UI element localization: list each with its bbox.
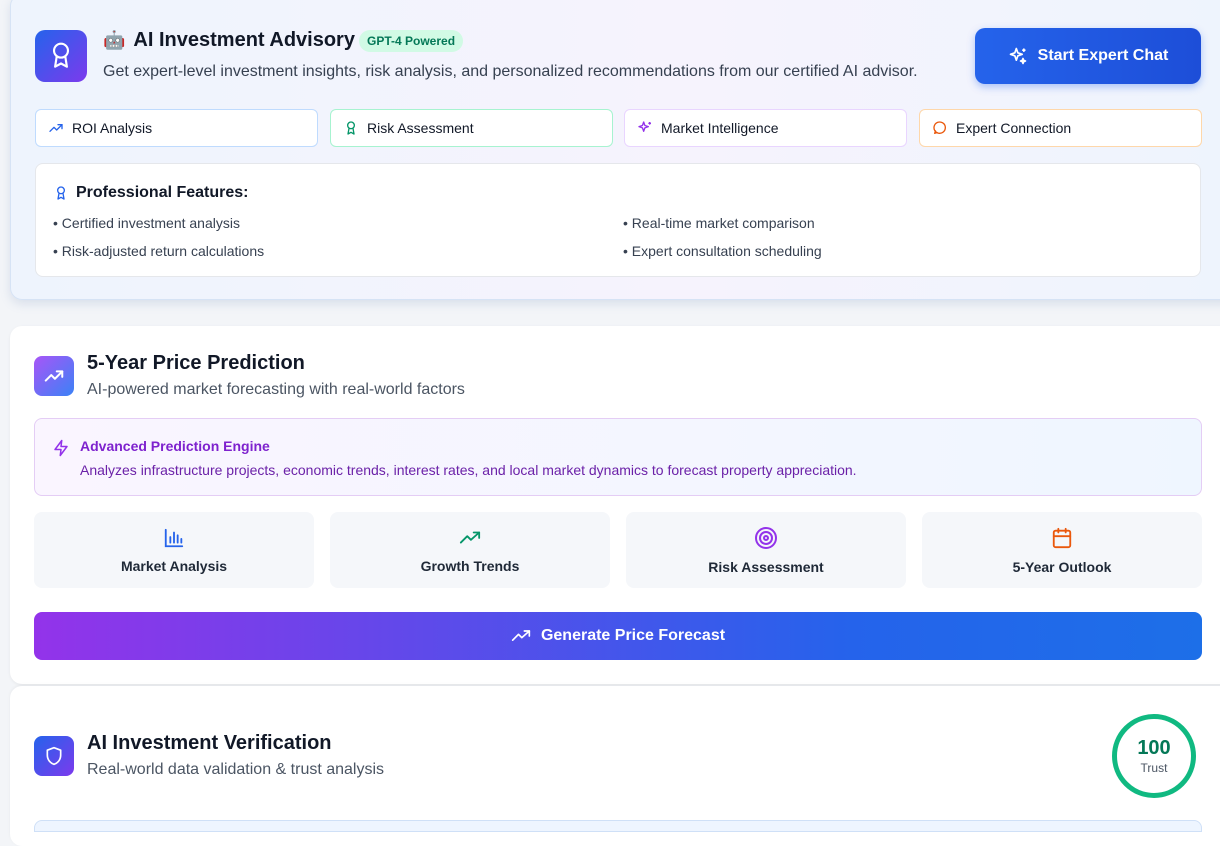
feature-item: • Risk-adjusted return calculations — [53, 243, 265, 259]
award-icon — [52, 42, 70, 68]
metric-growth-trends: Growth Trends — [330, 512, 610, 588]
engine-title: Advanced Prediction Engine — [80, 438, 270, 454]
engine-description: Analyzes infrastructure projects, econom… — [80, 462, 857, 478]
sparkles-icon — [1009, 47, 1026, 65]
start-expert-chat-button[interactable]: Start Expert Chat — [975, 28, 1201, 84]
metric-label: Market Analysis — [120, 557, 228, 574]
prediction-logo — [34, 356, 74, 396]
metric-risk-assessment: Risk Assessment — [626, 512, 906, 588]
verification-logo — [34, 736, 74, 776]
target-icon — [755, 526, 777, 549]
chip-market-intelligence[interactable]: Market Intelligence — [624, 109, 907, 147]
features-title: Professional Features: — [76, 184, 249, 201]
award-icon — [57, 186, 65, 200]
feature-item: • Certified investment analysis — [53, 215, 240, 231]
verification-details-panel — [34, 820, 1202, 832]
prediction-engine-banner: Advanced Prediction Engine Analyzes infr… — [34, 418, 1202, 496]
sparkles-icon — [638, 121, 651, 132]
advisory-subtitle: Get expert-level investment insights, ri… — [103, 63, 918, 80]
verification-title: AI Investment Verification — [87, 732, 332, 754]
chip-label: Risk Assessment — [367, 120, 474, 136]
robot-icon: 🤖 — [103, 30, 126, 50]
advisory-logo — [35, 30, 87, 82]
metric-market-analysis: Market Analysis — [34, 512, 314, 588]
advisory-title: 🤖 AI Investment Advisory — [103, 29, 355, 52]
chip-label: Market Intelligence — [661, 120, 779, 136]
chip-roi-analysis[interactable]: ROI Analysis — [35, 109, 318, 147]
award-icon — [347, 121, 355, 135]
trust-score-value: 100 — [1137, 737, 1171, 759]
trust-score-ring: 100 Trust — [1112, 714, 1196, 798]
generate-price-forecast-button[interactable]: Generate Price Forecast — [34, 612, 1202, 660]
zap-icon — [54, 439, 68, 457]
shield-icon — [46, 746, 62, 766]
generate-price-forecast-label: Generate Price Forecast — [540, 627, 726, 644]
professional-features-panel: Professional Features: • Certified inves… — [35, 163, 1201, 277]
trending-up-icon — [511, 630, 531, 641]
chip-label: Expert Connection — [956, 120, 1072, 136]
chip-label: ROI Analysis — [72, 120, 153, 136]
trust-score-label: Trust — [1140, 761, 1168, 775]
metric-label: Risk Assessment — [708, 558, 824, 575]
metric-label: Growth Trends — [420, 557, 520, 574]
prediction-title: 5-Year Price Prediction — [87, 352, 305, 374]
verification-subtitle: Real-world data validation & trust analy… — [87, 761, 385, 778]
trending-up-icon — [44, 370, 64, 382]
trending-up-icon — [459, 531, 481, 543]
feature-item: • Real-time market comparison — [623, 215, 815, 231]
start-expert-chat-label: Start Expert Chat — [1037, 47, 1169, 64]
bar-chart-icon — [164, 528, 184, 547]
message-circle-icon — [933, 121, 946, 134]
chip-risk-assessment[interactable]: Risk Assessment — [330, 109, 613, 147]
calendar-icon — [1052, 527, 1072, 548]
chip-expert-connection[interactable]: Expert Connection — [919, 109, 1202, 147]
metric-5-year-outlook: 5-Year Outlook — [922, 512, 1202, 588]
metric-label: 5-Year Outlook — [1012, 558, 1112, 575]
prediction-subtitle: AI-powered market forecasting with real-… — [87, 381, 465, 398]
gpt-badge: GPT-4 Powered — [359, 30, 464, 52]
feature-item: • Expert consultation scheduling — [623, 243, 822, 259]
trending-up-icon — [49, 124, 63, 132]
advisory-title-text: AI Investment Advisory — [133, 29, 355, 51]
